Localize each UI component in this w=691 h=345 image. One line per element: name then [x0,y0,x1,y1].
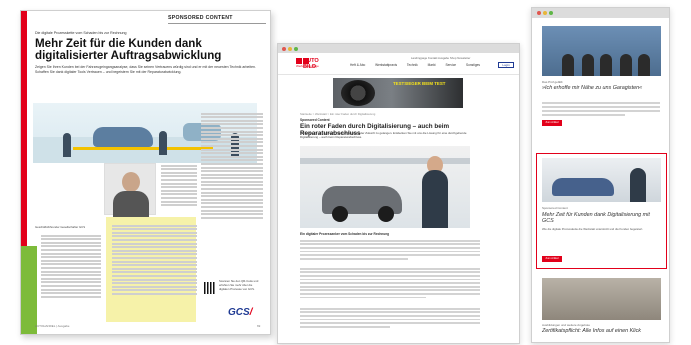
qr-code [204,282,216,294]
text-column [201,111,263,220]
nav-item[interactable]: Sonstiges [466,63,480,67]
tire-icon [341,80,375,106]
portrait-photo [104,163,156,217]
text-column [41,233,101,299]
close-window-icon[interactable] [537,11,541,15]
text-column [161,163,197,208]
maximize-window-icon[interactable] [294,46,298,51]
sponsored-content-label: SPONSORED CONTENT [168,15,233,21]
teaser-category: Ausbildungen und weitere Angebote [542,323,591,327]
main-nav: Heft & Abo Werkstattpraxis Technik Markt… [350,63,489,67]
teaser-button[interactable]: Zum Artikel [542,256,562,262]
photo-caption: Geschäftsführender Gesellschafter GCS [35,225,86,229]
article-subheading: Ein digitaler Prozessanker vom Schaden b… [300,232,390,236]
page-number: 69 [257,324,261,328]
article-body [300,266,480,300]
site-header: AUTO BILD Werkstattanfrage Landingpage K… [278,53,519,75]
teaser-text [542,100,660,118]
article-kicker: Sponsored Content [300,118,330,122]
banner-text: TESTSIEGER BEIM TEST [393,81,446,86]
breadcrumb[interactable]: Startseite > Werkstatt > Ein roter Faden… [300,112,375,116]
magazine-footer: AUTOHANDEL | Ausgabe [35,324,70,328]
nav-item[interactable]: Technik [407,63,418,67]
divider [168,23,266,24]
nav-item[interactable]: Service [445,63,456,67]
minimize-window-icon[interactable] [543,11,547,15]
nav-item[interactable]: Markt [428,63,436,67]
article-body [300,238,480,261]
teaser-category: Das Prüf gefällt [542,80,563,84]
nav-item[interactable]: Werkstattpraxis [375,63,397,67]
teaser-button[interactable]: Zum Artikel [542,120,562,126]
window-titlebar [278,44,519,53]
teaser-category: Sponsored Content [542,206,568,210]
teaser-image[interactable] [542,278,661,320]
magazine-lead: Zeigen Sie Ihren Kunden bei der Fahrzeug… [35,65,256,74]
article-lead: Sehen Sie zu, mit der GCS zum Kundendien… [300,131,467,139]
magazine-page: Die digitale Prozesskette vom Schaden bi… [20,10,271,335]
top-links[interactable]: Landingpage Kontakt Ausgabe Shop Newslet… [411,56,470,60]
login-button[interactable]: Login [498,62,514,68]
minimize-window-icon[interactable] [288,46,292,51]
teaser-title[interactable]: Mehr Zeit für Kunden dank Digitalisierun… [542,212,662,224]
teaser-image[interactable] [542,158,661,202]
teaser-title[interactable]: »Ich erhoffe mir Nähe zu uns Garagisten« [542,85,662,91]
teaser-text: Wie die digitale Prozesskette die Werkst… [542,227,644,231]
maximize-window-icon[interactable] [549,11,553,15]
magazine-tagline: Die digitale Prozesskette vom Schaden bi… [35,31,127,35]
ad-banner[interactable]: TESTSIEGER BEIM TEST [333,78,463,108]
close-window-icon[interactable] [282,46,286,51]
gcs-logo: GCS/ [228,307,253,318]
site-logo[interactable]: AUTO BILD Werkstattanfrage [296,58,319,70]
mobile-newsletter-window: Das Prüf gefällt »Ich erhoffe mir Nähe z… [531,7,670,343]
desktop-browser-window: AUTO BILD Werkstattanfrage Landingpage K… [277,43,520,344]
teaser-title[interactable]: Zertifikatspflicht: Alle Infos auf einen… [542,328,662,334]
teaser-image[interactable] [542,26,661,76]
article-hero-image [300,146,470,228]
qr-text: Scannen Sie den QR-Code und erfahren Sie… [219,279,259,291]
window-titlebar [532,8,669,18]
text-column [112,223,197,296]
magazine-headline: Mehr Zeit für die Kunden dank digitalisi… [35,37,222,63]
article-body [300,306,480,329]
decorative-shape [21,246,37,334]
nav-item[interactable]: Heft & Abo [350,63,365,67]
